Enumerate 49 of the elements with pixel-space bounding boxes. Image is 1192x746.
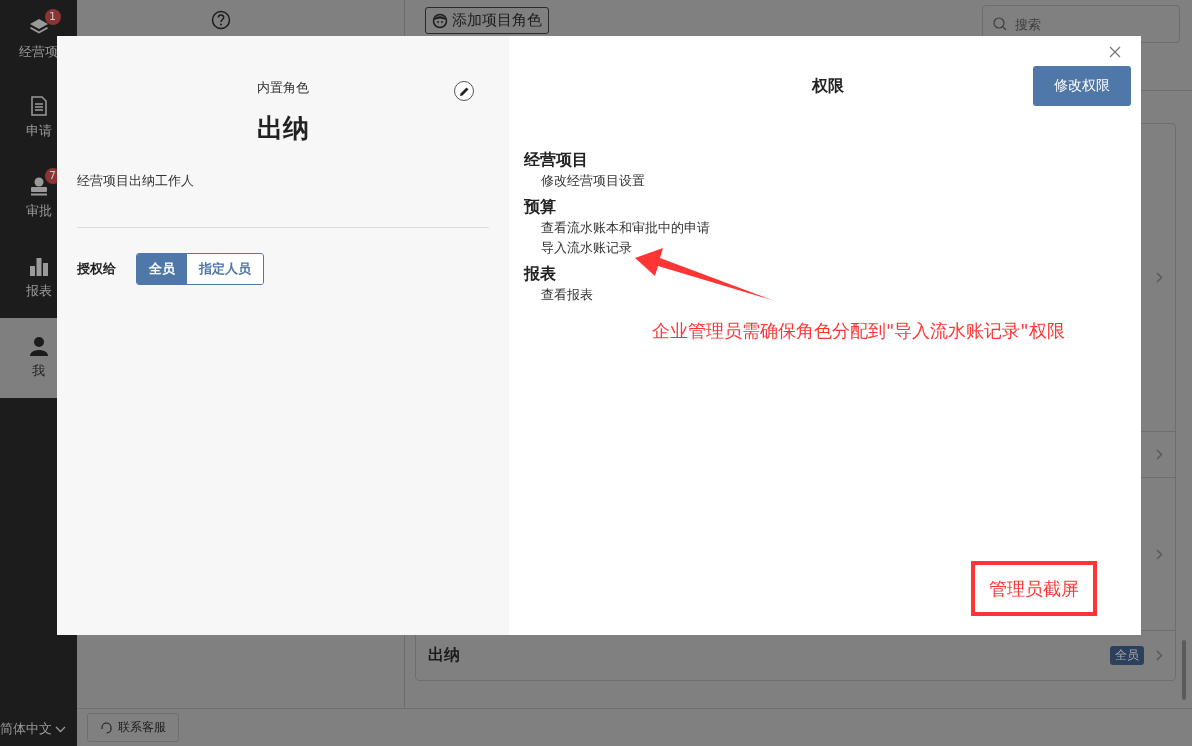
- document-icon: [30, 96, 47, 116]
- annotation-text: 企业管理员需确保角色分配到"导入流水账记录"权限: [652, 319, 1065, 343]
- role-title: 出纳: [256, 112, 310, 145]
- edit-button[interactable]: [454, 81, 474, 101]
- chevron-right-icon[interactable]: [1156, 548, 1163, 560]
- help-icon[interactable]: [210, 10, 231, 30]
- chevron-right-icon[interactable]: [1156, 650, 1163, 661]
- bar-chart-icon: [28, 256, 49, 276]
- sidebar-item[interactable]: 申请: [0, 78, 77, 158]
- language-selector[interactable]: 简体中文: [0, 720, 77, 746]
- person-icon: [28, 336, 49, 356]
- sidebar-label: 报表: [25, 282, 52, 300]
- search-input[interactable]: 搜索: [1013, 15, 1157, 33]
- chevron-down-icon: [55, 725, 66, 733]
- chevron-right-icon[interactable]: [1156, 449, 1163, 460]
- close-icon[interactable]: [1109, 46, 1121, 58]
- permission-item: 修改经营项目设置: [540, 172, 646, 190]
- role-description: 经营项目出纳工作人: [77, 172, 195, 190]
- sidebar-label: 我: [32, 362, 45, 380]
- scope-badge: 全员: [1110, 646, 1144, 665]
- sidebar-label: 经营项: [19, 43, 58, 61]
- permission-item: 查看流水账本和审批中的申请: [540, 219, 711, 237]
- permission-item: 导入流水账记录: [540, 239, 633, 257]
- support-button[interactable]: 联系客服: [87, 713, 179, 742]
- edit-permissions-button[interactable]: 修改权限: [1033, 66, 1131, 106]
- add-role-button[interactable]: 添加项目角色: [425, 7, 549, 34]
- role-name: 出纳: [428, 645, 460, 666]
- annotation-stamp: 管理员截屏: [971, 561, 1097, 616]
- role-type-label: 内置角色: [257, 79, 309, 97]
- sidebar-label: 申请: [25, 122, 52, 140]
- sidebar-label: 审批: [25, 202, 52, 220]
- stamp-icon: [28, 176, 49, 196]
- grant-label: 授权给: [77, 260, 116, 278]
- sidebar-item[interactable]: 报表: [0, 238, 77, 318]
- permission-item: 查看报表: [540, 286, 594, 304]
- search-icon: [993, 17, 1007, 31]
- headset-icon: [100, 721, 113, 734]
- grant-option[interactable]: 指定人员: [187, 254, 263, 284]
- permissions-title: 权限: [810, 75, 845, 97]
- permission-group: 经营项目: [524, 149, 1131, 171]
- pencil-icon: [458, 85, 470, 97]
- permission-group: 预算: [524, 196, 1131, 218]
- count-badge: 1: [44, 9, 61, 25]
- grant-option[interactable]: 全员: [137, 254, 187, 284]
- face-icon: [432, 12, 448, 29]
- scrollbar[interactable]: [1182, 640, 1186, 700]
- chevron-right-icon[interactable]: [1156, 272, 1163, 283]
- permission-group: 报表: [524, 263, 1131, 285]
- sidebar-item[interactable]: 1 经营项: [0, 0, 77, 78]
